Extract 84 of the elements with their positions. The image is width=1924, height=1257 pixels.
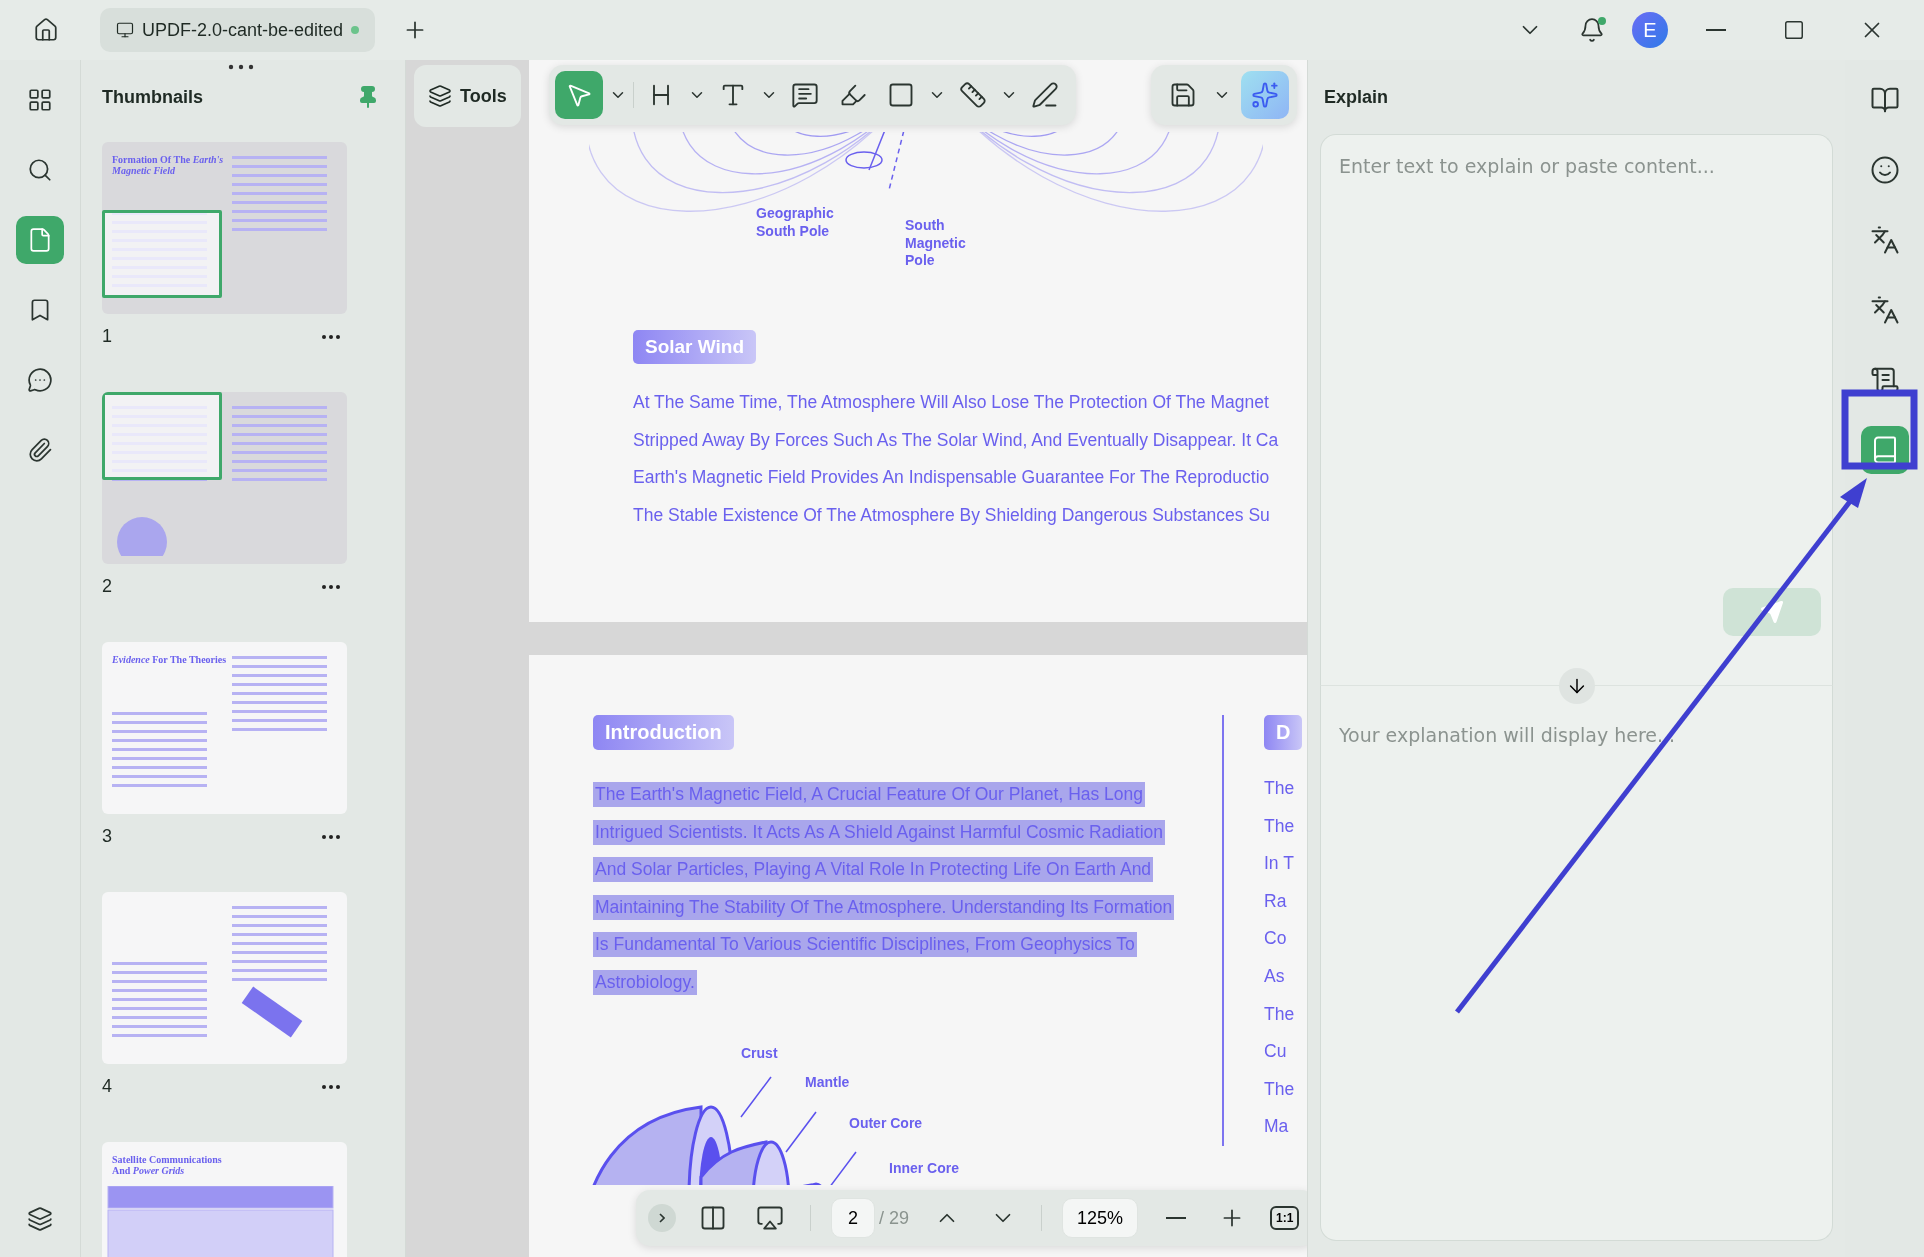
body-text: Cu bbox=[1264, 1040, 1288, 1064]
body-text: The Stable Existence Of The Atmosphere By Shielding Dangerous Substances Su bbox=[633, 503, 1270, 527]
home-icon bbox=[33, 17, 59, 43]
diagram-label: South Magnetic Pole bbox=[905, 217, 967, 270]
tab-title: UPDF-2.0-cant-be-edited bbox=[142, 19, 344, 41]
page-number: 1 bbox=[102, 326, 112, 347]
body-text: Intrigued Scientists. It Acts As A Shield Against Harmful Cosmic Radiation bbox=[593, 819, 1166, 845]
body-text: The bbox=[1264, 1002, 1296, 1026]
toolbox-icon bbox=[428, 84, 452, 108]
grid-icon bbox=[27, 87, 53, 113]
presentation-icon bbox=[756, 1204, 784, 1232]
translate-icon bbox=[1869, 295, 1900, 325]
page-number: 3 bbox=[102, 826, 112, 847]
ruler-icon bbox=[959, 81, 987, 109]
book-columns-icon bbox=[699, 1204, 727, 1232]
pen-icon bbox=[1031, 81, 1059, 109]
smile-icon bbox=[1869, 155, 1900, 185]
minimize-icon bbox=[1706, 29, 1726, 31]
more-icon bbox=[322, 834, 340, 839]
search-icon bbox=[27, 157, 53, 183]
thumbnail-title: Satellite Communications And Power Grids bbox=[112, 1154, 223, 1176]
diagram-label: Inner Core bbox=[889, 1160, 960, 1178]
minus-icon bbox=[1166, 1217, 1187, 1219]
body-text: The bbox=[1264, 777, 1296, 800]
more-icon bbox=[322, 1084, 340, 1089]
body-text: Ma bbox=[1264, 1115, 1290, 1139]
body-text: The bbox=[1264, 814, 1296, 838]
panel-title: Thumbnails bbox=[102, 86, 203, 108]
explain-input[interactable]: Enter text to explain or paste content... bbox=[1320, 134, 1833, 686]
page-icon bbox=[27, 227, 53, 253]
tool-button[interactable] bbox=[1241, 71, 1289, 119]
more-icon bbox=[322, 584, 340, 589]
page-total: / 29 bbox=[879, 1207, 910, 1229]
page-thumbnail[interactable]: Evidence For The Theories bbox=[102, 642, 347, 814]
body-text: Co bbox=[1264, 927, 1288, 951]
section-heading: Introduction bbox=[593, 715, 734, 750]
page-number-field[interactable]: 2 bbox=[831, 1198, 875, 1238]
body-text: Maintaining The Stability Of The Atmosphere. Understanding Its Formation bbox=[593, 894, 1175, 920]
tools-button[interactable]: Tools bbox=[414, 65, 521, 127]
monitor-icon bbox=[116, 21, 134, 39]
body-text: Astrobiology. bbox=[593, 969, 697, 995]
paperclip-icon bbox=[27, 437, 53, 463]
send-icon bbox=[1760, 600, 1784, 624]
translate-icon bbox=[1869, 225, 1900, 255]
page-thumbnail[interactable]: Satellite Communications And Power Grids bbox=[102, 1142, 347, 1257]
body-text: Earth's Magnetic Field Provides An Indispensable Guarantee For The Reproductio bbox=[633, 466, 1270, 489]
actual-size-button[interactable]: 1:1 bbox=[1270, 1206, 1300, 1230]
user-avatar[interactable]: E bbox=[1632, 12, 1668, 48]
save-icon bbox=[1169, 81, 1197, 109]
layers-icon bbox=[27, 1206, 53, 1232]
body-text: The Earth's Magnetic Field, A Crucial Feature Of Our Planet, Has Long bbox=[593, 782, 1146, 808]
body-text: In T bbox=[1264, 852, 1295, 876]
diagram-label: Mantle bbox=[805, 1074, 851, 1092]
page-number: 4 bbox=[102, 1076, 112, 1097]
body-text: Stripped Away By Forces Such As The Solar Wind, And Eventually Disappear. It Ca bbox=[633, 428, 1279, 452]
sparkle-icon bbox=[1251, 81, 1279, 109]
body-text: The bbox=[1264, 1077, 1296, 1101]
chevron-right-icon bbox=[659, 1213, 665, 1223]
bell-icon bbox=[1579, 17, 1605, 43]
section-heading: Solar Wind bbox=[633, 330, 757, 364]
rectangle-icon bbox=[887, 81, 915, 109]
body-text: At The Same Time, The Atmosphere Will Also Lose The Protection Of The Magnet bbox=[633, 391, 1269, 414]
page-number: 2 bbox=[102, 576, 112, 597]
expand-button[interactable] bbox=[648, 1204, 676, 1232]
comment-icon bbox=[27, 367, 53, 393]
diagram-label: Geographic South Pole bbox=[756, 205, 835, 240]
diagram-label: Outer Core bbox=[849, 1115, 924, 1133]
zoom-level-field[interactable]: 125% bbox=[1062, 1198, 1139, 1238]
panel-title: Explain bbox=[1323, 85, 1390, 109]
status-dot bbox=[351, 26, 360, 34]
notification-dot bbox=[1598, 17, 1606, 25]
diagram-label: Crust bbox=[741, 1045, 779, 1063]
section-heading: D bbox=[1264, 715, 1303, 750]
thumbnail-title: Formation Of The Earth's Magnetic Field bbox=[112, 154, 225, 176]
body-text: As bbox=[1264, 964, 1286, 988]
body-text: And Solar Particles, Playing A Vital Role In Protecting Life On Earth And bbox=[593, 857, 1154, 883]
maximize-icon bbox=[1783, 19, 1805, 41]
document-tab[interactable]: UPDF-2.0-cant-be-edited bbox=[100, 8, 376, 52]
body-text: Ra bbox=[1264, 889, 1288, 913]
comment-icon bbox=[791, 81, 819, 109]
more-icon bbox=[322, 334, 340, 339]
drag-handle-icon[interactable] bbox=[228, 64, 254, 70]
thumbnail-title: Evidence For The Theories bbox=[112, 654, 228, 665]
body-text: Is Fundamental To Various Scientific Disciplines, From Geophysics To bbox=[593, 932, 1137, 958]
